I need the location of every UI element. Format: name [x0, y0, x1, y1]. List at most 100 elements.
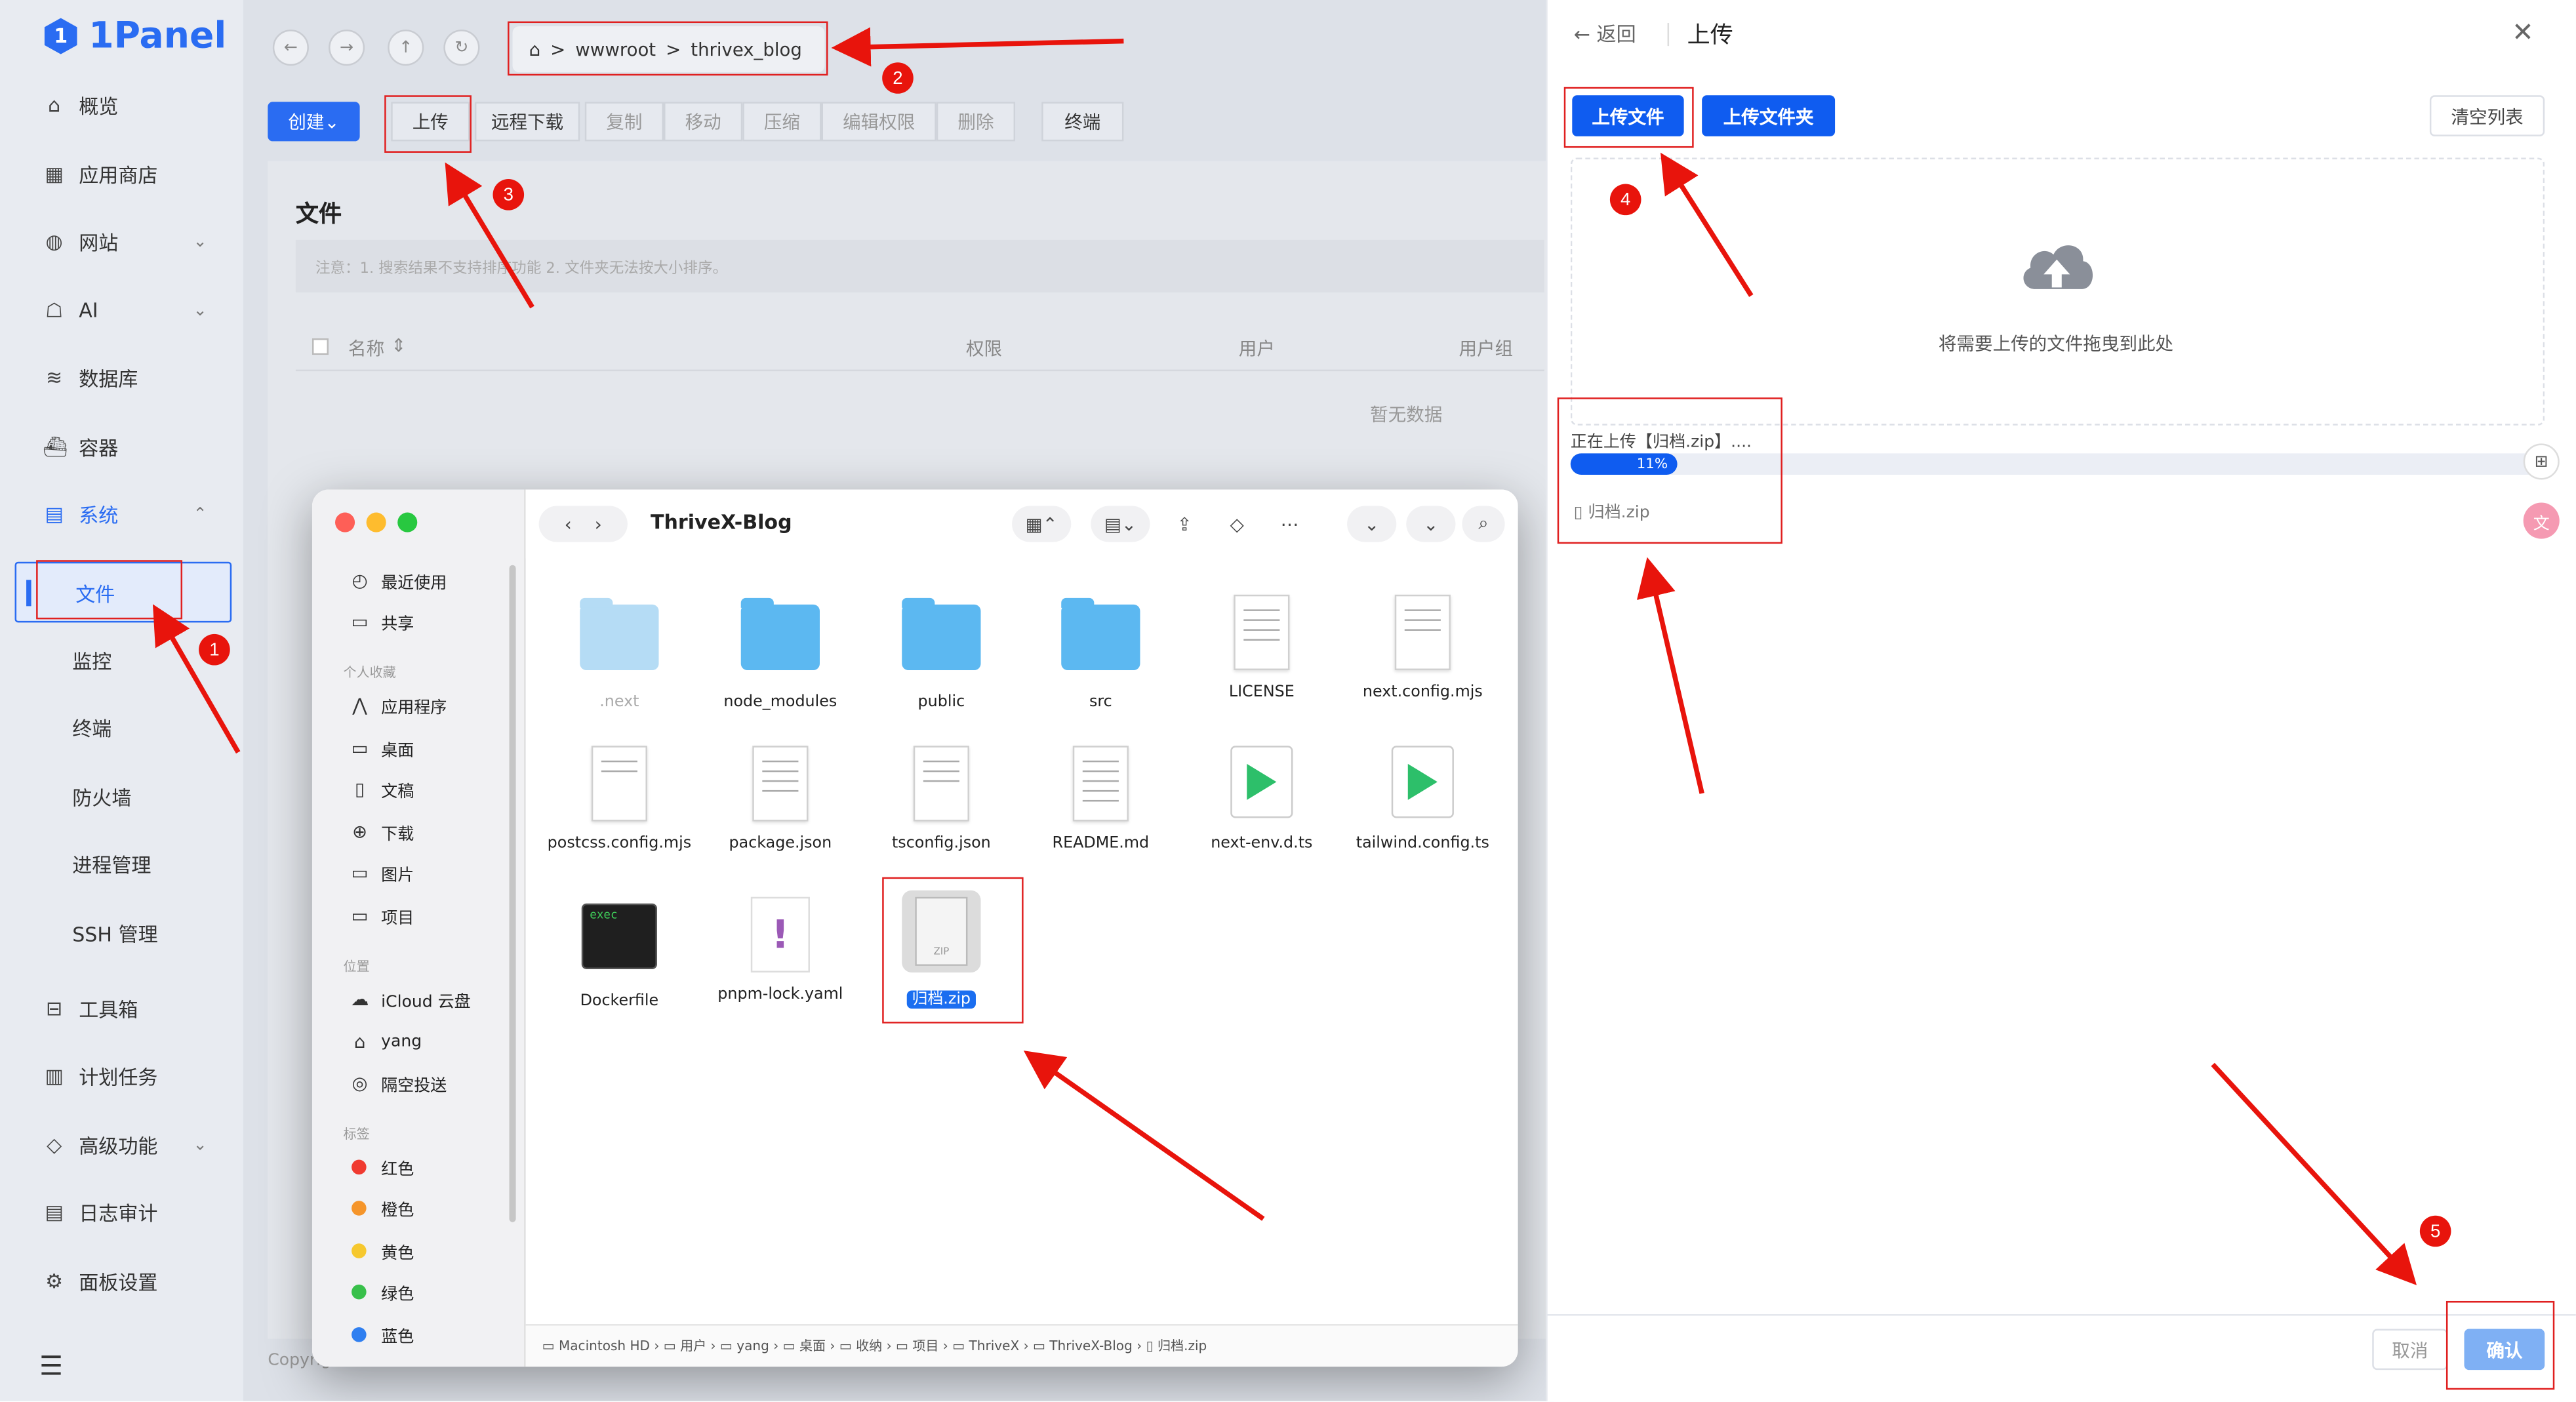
- select-all-checkbox[interactable]: [312, 338, 329, 355]
- folder-icon: ▭: [351, 861, 369, 883]
- finder-sidebar-desktop[interactable]: ▭ 桌面: [348, 734, 414, 761]
- delete-button[interactable]: 删除: [936, 102, 1016, 142]
- file-item[interactable]: tsconfig.json: [862, 746, 1020, 852]
- column-name[interactable]: 名称: [348, 335, 384, 361]
- more-icon[interactable]: ⋯: [1268, 506, 1311, 542]
- file-item[interactable]: README.md: [1022, 746, 1179, 852]
- finder-sidebar-documents[interactable]: ▯ 文稿: [348, 775, 414, 801]
- finder-sidebar-home[interactable]: ⌂ yang: [348, 1028, 422, 1054]
- file-item[interactable]: .next: [540, 595, 698, 711]
- path-item[interactable]: 归档.zip: [1157, 1339, 1207, 1354]
- path-item[interactable]: Macintosh HD: [559, 1339, 650, 1354]
- file-name: .next: [599, 693, 639, 711]
- path-item[interactable]: 项目: [912, 1339, 938, 1354]
- file-item[interactable]: exec Dockerfile: [540, 897, 698, 1011]
- upload-folder-button[interactable]: 上传文件夹: [1702, 95, 1836, 136]
- close-window-button[interactable]: [335, 512, 355, 532]
- path-item[interactable]: ThriveX: [969, 1339, 1020, 1354]
- file-item[interactable]: postcss.config.mjs: [540, 746, 698, 852]
- finder-back-forward[interactable]: ‹ ›: [538, 506, 628, 542]
- up-nav-icon[interactable]: ↑: [388, 30, 424, 66]
- sidebar-item-settings[interactable]: ⚙ 面板设置: [23, 1255, 230, 1308]
- sidebar-item-database[interactable]: ≋ 数据库: [23, 351, 230, 404]
- file-item[interactable]: node_modules: [702, 595, 859, 711]
- sidebar-item-monitor[interactable]: 监控: [72, 634, 111, 687]
- clear-list-button[interactable]: 清空列表: [2429, 95, 2545, 136]
- finder-sidebar-recents[interactable]: ◴ 最近使用: [348, 567, 447, 593]
- chevron-down-icon[interactable]: ⌄: [1347, 506, 1397, 542]
- sort-icon[interactable]: ⇕: [391, 335, 406, 357]
- finder-sidebar-downloads[interactable]: ⊕ 下载: [348, 818, 414, 844]
- path-item[interactable]: yang: [736, 1339, 769, 1354]
- sidebar-item-container[interactable]: ⛴ 容器: [23, 420, 230, 473]
- view-grid-icon[interactable]: ▦⌃: [1012, 506, 1072, 542]
- copy-button[interactable]: 复制: [584, 102, 664, 142]
- chevron-right-icon[interactable]: ›: [595, 513, 602, 535]
- chevron-left-icon[interactable]: ‹: [565, 513, 572, 535]
- finder-sidebar-pictures[interactable]: ▭ 图片: [348, 859, 414, 885]
- path-item[interactable]: 用户: [680, 1339, 706, 1354]
- path-item[interactable]: 桌面: [799, 1339, 826, 1354]
- refresh-icon[interactable]: ↻: [443, 30, 480, 66]
- sidebar-item-ssh[interactable]: SSH 管理: [72, 907, 157, 959]
- menu-toggle-icon[interactable]: ☰: [39, 1350, 63, 1382]
- chevron-down-icon: ⌄: [324, 111, 340, 132]
- forward-nav-icon[interactable]: →: [329, 30, 365, 66]
- document-icon: [902, 746, 980, 824]
- file-item[interactable]: package.json: [702, 746, 859, 852]
- finder-tag-blue[interactable]: 蓝色: [348, 1321, 414, 1347]
- minimize-window-button[interactable]: [366, 512, 386, 532]
- edit-permissions-button[interactable]: 编辑权限: [821, 102, 936, 142]
- sidebar-scrollbar[interactable]: [509, 565, 516, 1222]
- compress-button[interactable]: 压缩: [742, 102, 822, 142]
- cancel-button[interactable]: 取消: [2372, 1329, 2448, 1371]
- sidebar-item-terminal[interactable]: 终端: [72, 702, 111, 754]
- finder-sidebar-shared[interactable]: ▭ 共享: [348, 608, 414, 634]
- file-item[interactable]: public: [862, 595, 1020, 711]
- app-logo[interactable]: 1 1Panel: [43, 13, 226, 59]
- finder-tag-yellow[interactable]: 黄色: [348, 1237, 414, 1263]
- widget-add-icon[interactable]: ⊞: [2523, 443, 2560, 480]
- file-item[interactable]: tailwind.config.ts: [1344, 746, 1501, 852]
- search-icon[interactable]: ⌕: [1462, 506, 1505, 542]
- sidebar-item-cron[interactable]: ▥ 计划任务: [23, 1050, 230, 1102]
- path-item[interactable]: ThriveX-Blog: [1049, 1339, 1133, 1354]
- translate-icon[interactable]: 文: [2523, 502, 2560, 539]
- share-icon[interactable]: ⇪: [1163, 506, 1206, 542]
- file-item[interactable]: ! pnpm-lock.yaml: [702, 896, 859, 1004]
- finder-sidebar-airdrop[interactable]: ◎ 隔空投送: [348, 1070, 447, 1096]
- remote-download-button[interactable]: 远程下载: [474, 102, 580, 142]
- close-icon[interactable]: ✕: [2512, 16, 2534, 48]
- sidebar-item-advanced[interactable]: ◇ 高级功能 ⌄: [23, 1119, 230, 1171]
- sidebar-item-ai[interactable]: ☖ AI ⌄: [23, 284, 230, 336]
- sidebar-item-appstore[interactable]: ▦ 应用商店: [23, 148, 230, 200]
- finder-sidebar-projects[interactable]: ▭ 项目: [348, 902, 414, 928]
- sidebar-item-process[interactable]: 进程管理: [72, 838, 151, 891]
- finder-sidebar-apps[interactable]: ⋀ 应用程序: [348, 692, 447, 718]
- sidebar-item-toolbox[interactable]: ⊟ 工具箱: [23, 982, 230, 1035]
- sidebar-item-website[interactable]: ◍ 网站 ⌄: [23, 215, 230, 268]
- back-nav-icon[interactable]: ←: [272, 30, 309, 66]
- file-item[interactable]: next-env.d.ts: [1183, 746, 1340, 852]
- sidebar-item-logs[interactable]: ▤ 日志审计: [23, 1186, 230, 1239]
- group-by-icon[interactable]: ▤⌄: [1091, 506, 1150, 542]
- sidebar-item-system[interactable]: ▤ 系统 ⌃: [23, 488, 230, 540]
- sidebar-item-firewall[interactable]: 防火墙: [72, 771, 131, 823]
- file-item[interactable]: next.config.mjs: [1344, 594, 1501, 702]
- path-item[interactable]: 收纳: [856, 1339, 882, 1354]
- zoom-window-button[interactable]: [397, 512, 418, 532]
- finder-tag-red[interactable]: 红色: [348, 1153, 414, 1180]
- back-button[interactable]: ← 返回: [1574, 20, 1636, 48]
- finder-tag-green[interactable]: 绿色: [348, 1278, 414, 1304]
- file-item[interactable]: LICENSE: [1183, 594, 1340, 702]
- file-item[interactable]: src: [1022, 595, 1179, 711]
- create-dropdown-button[interactable]: 创建 ⌄: [268, 102, 360, 142]
- finder-tag-orange[interactable]: 橙色: [348, 1194, 414, 1220]
- page-title: 文件: [295, 202, 342, 229]
- tag-icon[interactable]: ◇: [1215, 506, 1258, 542]
- terminal-button[interactable]: 终端: [1041, 102, 1124, 142]
- sidebar-item-overview[interactable]: ⌂ 概览: [23, 79, 230, 131]
- move-button[interactable]: 移动: [664, 102, 743, 142]
- finder-sidebar-icloud[interactable]: ☁ iCloud 云盘: [348, 986, 471, 1012]
- chevron-down-icon[interactable]: ⌄: [1406, 506, 1456, 542]
